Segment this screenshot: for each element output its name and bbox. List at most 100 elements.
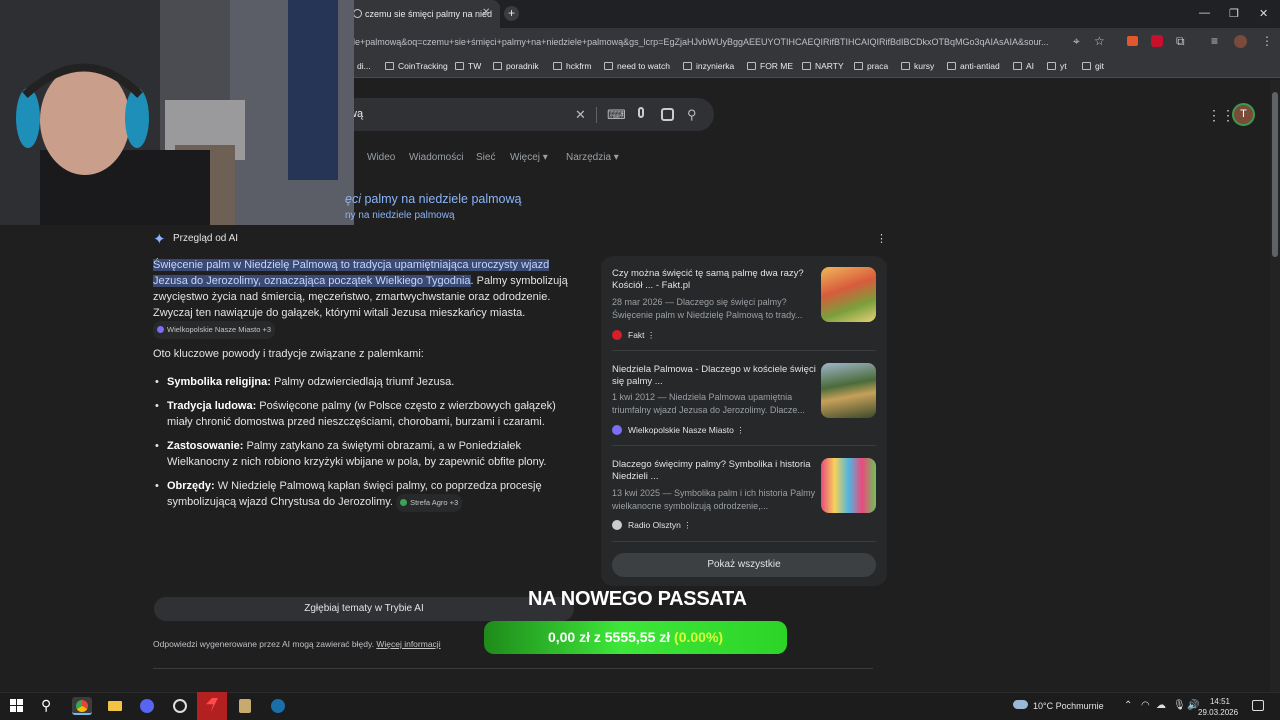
ai-overview-label: Przegląd od AI (173, 233, 239, 244)
bookmark-item[interactable]: praca (854, 61, 888, 71)
bookmark-item[interactable]: CoinTracking (385, 61, 448, 71)
bookmark-star-icon[interactable]: ☆ (1094, 34, 1105, 48)
microphone-icon[interactable] (638, 107, 644, 118)
bookmark-item[interactable]: hckfrm (553, 61, 592, 71)
weather-icon[interactable] (1013, 700, 1028, 709)
close-window-button[interactable]: ✕ (1259, 7, 1268, 20)
bookmark-icon (385, 62, 394, 70)
adblock-icon[interactable] (1151, 35, 1163, 47)
keyboard-icon[interactable]: ⌨ (607, 107, 626, 123)
x-logo-icon (947, 62, 956, 70)
source-icon (157, 326, 164, 333)
source-site[interactable]: Radio Olsztyn ⋮ (612, 520, 692, 531)
source-site[interactable]: Wielkopolskie Nasze Miasto ⋮ (612, 425, 745, 436)
divider (612, 445, 876, 446)
donation-goal-title: NA NOWEGO PASSATA (528, 588, 747, 610)
apps-grid-icon[interactable]: ⋮⋮ (1207, 107, 1235, 124)
microphone-icon[interactable]: 🎙 (1173, 700, 1186, 711)
donation-progress-bar: 0,00 zł z 5555,55 zł (0.00%) (484, 621, 787, 654)
source-title-link[interactable]: Czy można święcić tę samą palmę dwa razy… (612, 268, 817, 292)
bookmark-item[interactable]: FOR ME (747, 61, 793, 71)
ai-sparkle-icon: ✦ (153, 231, 166, 248)
source-chip[interactable]: Strefa Agro +3 (396, 494, 463, 512)
spelling-suggestion-link[interactable]: ęci palmy na niedziele palmową (345, 192, 522, 206)
source-site[interactable]: Fakt ⋮ (612, 330, 655, 341)
webcam-feed (0, 0, 354, 225)
start-button[interactable] (10, 699, 23, 712)
more-options-icon[interactable]: ⋮ (736, 425, 745, 435)
weather-widget[interactable]: 10°C Pochmurnie (1033, 701, 1104, 711)
bookmark-item[interactable]: di... (357, 61, 371, 71)
bookmark-item[interactable]: yt (1047, 61, 1067, 71)
ai-mode-button[interactable]: Zgłębiaj tematy w Trybie AI (154, 597, 574, 621)
minimize-button[interactable]: — (1199, 7, 1210, 19)
more-options-icon[interactable]: ⋮ (683, 520, 692, 530)
bookmark-item[interactable]: kursy (901, 61, 934, 71)
scrollbar-thumb[interactable] (1272, 92, 1278, 257)
search-icon[interactable]: ⚲ (41, 697, 51, 714)
tab-close-icon[interactable]: ✕ (482, 7, 490, 18)
ai-disclaimer: Odpowiedzi wygenerowane przez AI mogą za… (153, 639, 441, 649)
source-thumbnail[interactable] (821, 458, 876, 513)
account-avatar[interactable]: T (1232, 103, 1255, 126)
tab-more[interactable]: Więcej ▾ (510, 152, 548, 163)
tab-news[interactable]: Wiadomości (409, 152, 463, 163)
divider (612, 541, 876, 542)
bookmark-item[interactable]: need to watch (604, 61, 670, 71)
extension-icon[interactable] (1127, 36, 1138, 46)
source-thumbnail[interactable] (821, 267, 876, 322)
source-thumbnail[interactable] (821, 363, 876, 418)
extensions-puzzle-icon[interactable]: ⧉ (1176, 34, 1185, 49)
more-info-link[interactable]: Więcej informacji (376, 639, 440, 649)
source-title-link[interactable]: Dlaczego święcimy palmy? Symbolika i his… (612, 459, 817, 483)
restore-button[interactable]: ❐ (1229, 7, 1239, 20)
tab-tools[interactable]: Narzędzia ▾ (566, 152, 619, 163)
tab-videos[interactable]: Wideo (367, 152, 395, 163)
source-snippet: 28 mar 2026 — Dlaczego się święci palmy?… (612, 297, 803, 320)
original-query-link[interactable]: ny na niedziele palmową (345, 210, 455, 221)
address-bar[interactable]: ele+palmową&oq=czemu+sie+śmięci+palmy+na… (348, 32, 1068, 52)
discord-icon[interactable] (137, 697, 157, 715)
bookmark-item[interactable]: AI (1013, 61, 1034, 71)
search-icon[interactable]: ⚲ (687, 107, 697, 123)
bookmark-icon (802, 62, 811, 70)
ai-intro-text: Oto kluczowe powody i tradycje związane … (153, 348, 424, 360)
bookmark-item[interactable]: TW (455, 61, 481, 71)
chrome-taskbar-icon[interactable] (72, 697, 92, 715)
league-icon[interactable] (235, 697, 255, 715)
menu-kebab-icon[interactable]: ⋮ (1261, 34, 1273, 48)
notification-icon[interactable] (1252, 700, 1264, 711)
show-all-button[interactable]: Pokaż wszystkie (612, 553, 876, 577)
file-explorer-icon[interactable] (105, 697, 125, 715)
new-tab-button[interactable]: + (504, 6, 519, 21)
steam-icon[interactable] (268, 697, 288, 715)
search-input[interactable] (340, 98, 714, 131)
clear-search-icon[interactable]: ✕ (575, 107, 586, 123)
bookmark-item[interactable]: inzynierka (683, 61, 734, 71)
bookmark-item[interactable]: poradnik (493, 61, 539, 71)
tab-title: czemu sie śmięci palmy na nied (365, 9, 493, 19)
site-logo-icon (612, 425, 622, 435)
more-options-icon[interactable]: ⋮ (647, 330, 656, 340)
more-options-icon[interactable]: ⋮ (876, 232, 887, 245)
system-clock[interactable]: 14:51 29.03.2026 (1198, 696, 1238, 718)
network-icon[interactable]: ◠ (1141, 700, 1150, 711)
media-controls-icon[interactable]: ≡ (1211, 34, 1218, 48)
location-icon[interactable]: ⌖ (1073, 34, 1080, 49)
profile-icon[interactable] (1234, 35, 1247, 48)
lens-icon[interactable] (661, 108, 674, 121)
app-taskbar-icon[interactable] (197, 692, 227, 720)
source-chip[interactable]: Wielkopolskie Nasze Miasto +3 (153, 321, 276, 339)
tab-web[interactable]: Sieć (476, 152, 495, 163)
bookmark-item[interactable]: NARTY (802, 61, 844, 71)
cloud-icon[interactable]: ☁ (1156, 700, 1166, 711)
chevron-up-icon[interactable]: ⌃ (1124, 700, 1132, 711)
source-snippet: 1 kwi 2012 — Niedziela Palmowa upamiętni… (612, 392, 805, 415)
folder-icon (901, 62, 910, 70)
source-title-link[interactable]: Niedziela Palmowa - Dlaczego w kościele … (612, 364, 817, 388)
obs-icon[interactable] (170, 697, 190, 715)
bookmark-item[interactable]: git (1082, 61, 1104, 71)
bookmark-item[interactable]: anti-antiad (947, 61, 1000, 71)
browser-tab-active[interactable]: czemu sie śmięci palmy na nied (345, 0, 500, 28)
folder-icon (1082, 62, 1091, 70)
